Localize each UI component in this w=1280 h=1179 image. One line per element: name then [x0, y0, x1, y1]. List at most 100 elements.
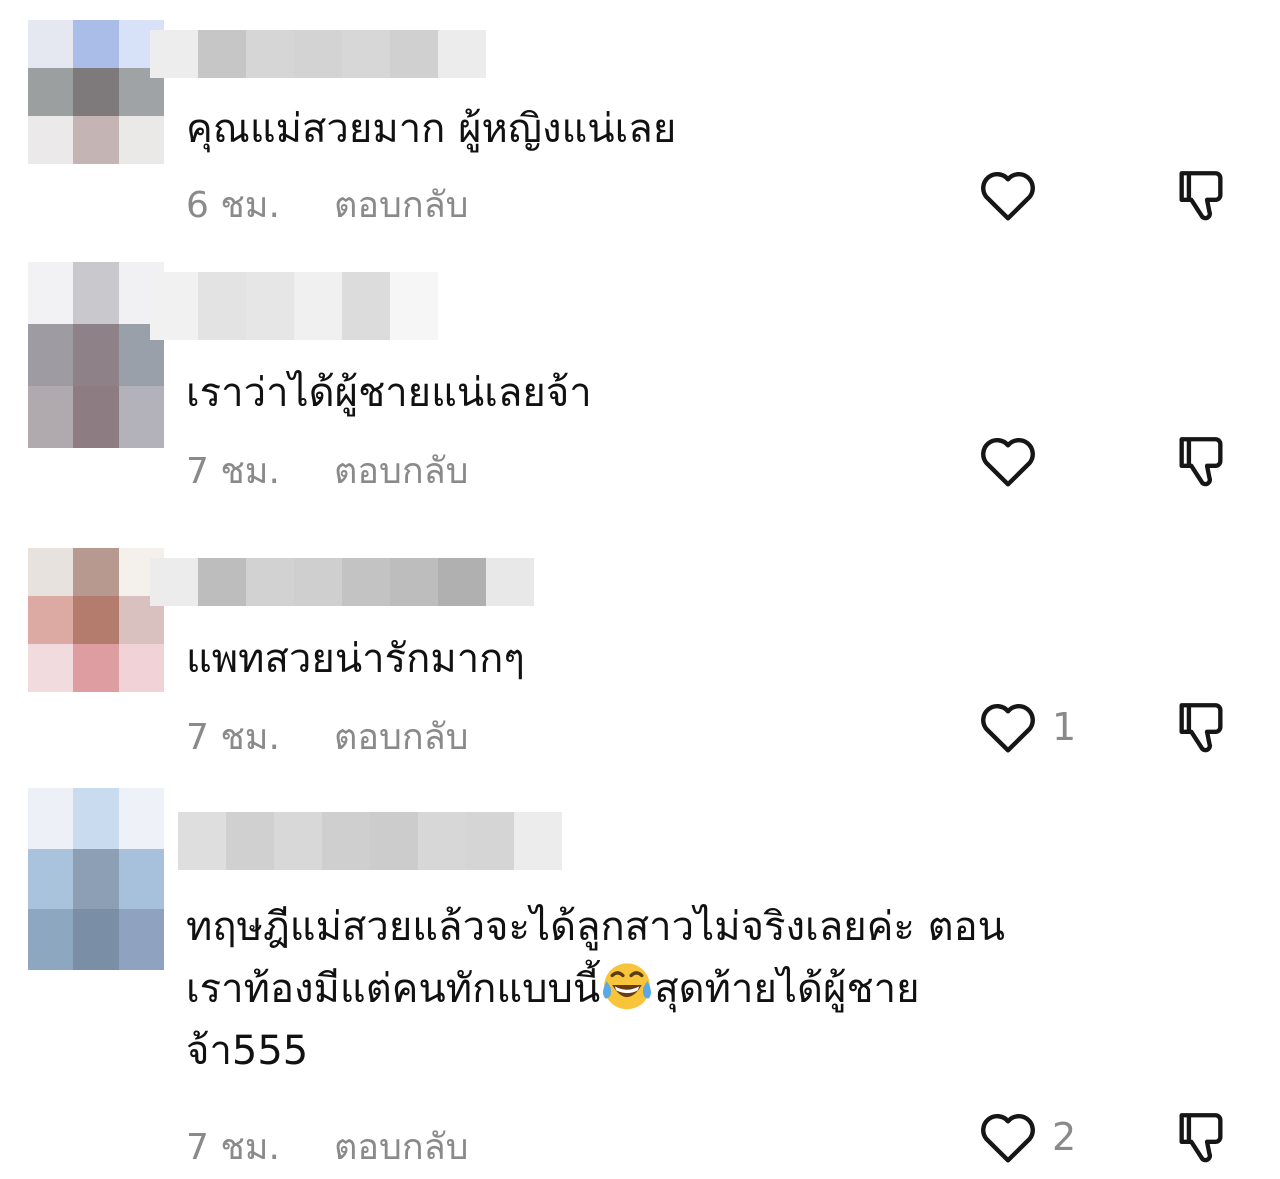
avatar[interactable] [28, 20, 164, 164]
dislike-button[interactable] [1172, 698, 1230, 760]
comment-line: จ้า555 [186, 1028, 309, 1074]
username-pixel [294, 30, 342, 78]
username-blurred[interactable] [178, 812, 562, 870]
laughing-tears-emoji-icon [603, 963, 652, 1010]
comment-meta: 7 ชม. ตอบกลับ [186, 1118, 469, 1175]
heart-icon [981, 171, 1035, 221]
timestamp: 7 ชม. [186, 1127, 280, 1168]
avatar-pixel [28, 116, 74, 164]
avatar-pixel [73, 262, 119, 324]
avatar-pixel [73, 596, 119, 644]
username-pixel [294, 272, 342, 340]
username-pixel [390, 558, 438, 606]
like-button[interactable] [978, 168, 1052, 222]
username-pixel [198, 558, 246, 606]
dislike-button[interactable] [1172, 166, 1230, 228]
comment-line-part: สุดท้ายได้ผู้ชาย [654, 966, 920, 1012]
avatar-pixel [73, 644, 119, 692]
like-button[interactable]: 2 [978, 1110, 1076, 1164]
dislike-button[interactable] [1172, 432, 1230, 494]
avatar-pixel [28, 788, 74, 849]
avatar-pixel [28, 386, 74, 448]
avatar-pixel [73, 116, 119, 164]
username-pixel [150, 30, 198, 78]
avatar-pixel [118, 909, 164, 970]
username-pixel [390, 30, 438, 78]
like-count: 2 [1052, 1115, 1077, 1159]
comment-line: ทฤษฎีแม่สวยแล้วจะได้ลูกสาวไม่จริงเลยค่ะ … [186, 904, 1005, 950]
reply-button[interactable]: ตอบกลับ [334, 442, 469, 499]
avatar-pixel [73, 909, 119, 970]
heart-icon [981, 1113, 1035, 1163]
avatar-pixel [28, 848, 74, 910]
heart-icon [981, 437, 1035, 487]
avatar-pixel [28, 20, 74, 68]
username-pixel [246, 272, 294, 340]
avatar-pixel [73, 324, 119, 386]
username-pixel [226, 812, 274, 870]
username-pixel [342, 30, 390, 78]
comment-line: เราท้องมีแต่คนทักแบบนี้ สุดท้ายได้ผู้ชาย [186, 958, 1206, 1020]
username-pixel [370, 812, 418, 870]
like-button[interactable] [978, 434, 1052, 488]
reply-button[interactable]: ตอบกลับ [334, 1118, 469, 1175]
avatar-pixel [118, 848, 164, 910]
comment-text: แพทสวยน่ารักมากๆ [186, 636, 525, 682]
username-pixel [390, 272, 438, 340]
avatar-pixel [28, 324, 74, 386]
avatar-pixel [73, 848, 119, 910]
username-pixel [466, 812, 514, 870]
avatar-pixel [73, 68, 119, 116]
avatar-pixel [118, 116, 164, 164]
avatar-pixel [28, 596, 74, 644]
avatar-pixel [118, 644, 164, 692]
username-pixel [246, 558, 294, 606]
username-pixel [178, 812, 226, 870]
thumbs-down-icon [1179, 1113, 1223, 1163]
like-count: 1 [1052, 705, 1077, 749]
thumbs-down-icon [1179, 703, 1223, 753]
comment-meta: 7 ชม. ตอบกลับ [186, 708, 469, 765]
comment-meta: 7 ชม. ตอบกลับ [186, 442, 469, 499]
avatar-pixel [118, 788, 164, 849]
avatar-pixel [73, 548, 119, 596]
comment-line-part: เราท้องมีแต่คนทักแบบนี้ [186, 966, 601, 1012]
username-pixel [294, 558, 342, 606]
avatar[interactable] [28, 548, 164, 692]
timestamp: 7 ชม. [186, 451, 280, 492]
reply-button[interactable]: ตอบกลับ [334, 708, 469, 765]
username-pixel [514, 812, 562, 870]
username-pixel [438, 30, 486, 78]
username-pixel [274, 812, 322, 870]
avatar-pixel [73, 386, 119, 448]
heart-icon [981, 703, 1035, 753]
username-pixel [486, 558, 534, 606]
avatar-pixel [28, 262, 74, 324]
comment-text: ทฤษฎีแม่สวยแล้วจะได้ลูกสาวไม่จริงเลยค่ะ … [186, 896, 1206, 1082]
timestamp: 6 ชม. [186, 185, 280, 226]
username-pixel [342, 272, 390, 340]
reply-button[interactable]: ตอบกลับ [334, 176, 469, 233]
avatar-pixel [73, 788, 119, 849]
thumbs-down-icon [1179, 171, 1223, 221]
username-pixel [418, 812, 466, 870]
username-blurred[interactable] [150, 272, 438, 340]
avatar-pixel [28, 548, 74, 596]
username-blurred[interactable] [150, 558, 534, 606]
thumbs-down-icon [1179, 437, 1223, 487]
username-pixel [246, 30, 294, 78]
avatar-pixel [73, 20, 119, 68]
username-pixel [438, 558, 486, 606]
username-blurred[interactable] [150, 30, 486, 78]
avatar-pixel [118, 386, 164, 448]
dislike-button[interactable] [1172, 1108, 1230, 1170]
comment-meta: 6 ชม. ตอบกลับ [186, 176, 469, 233]
avatar[interactable] [28, 262, 164, 448]
like-button[interactable]: 1 [978, 700, 1076, 754]
username-pixel [198, 272, 246, 340]
avatar[interactable] [28, 788, 164, 970]
avatar-pixel [28, 909, 74, 970]
username-pixel [322, 812, 370, 870]
avatar-pixel [28, 644, 74, 692]
username-pixel [342, 558, 390, 606]
